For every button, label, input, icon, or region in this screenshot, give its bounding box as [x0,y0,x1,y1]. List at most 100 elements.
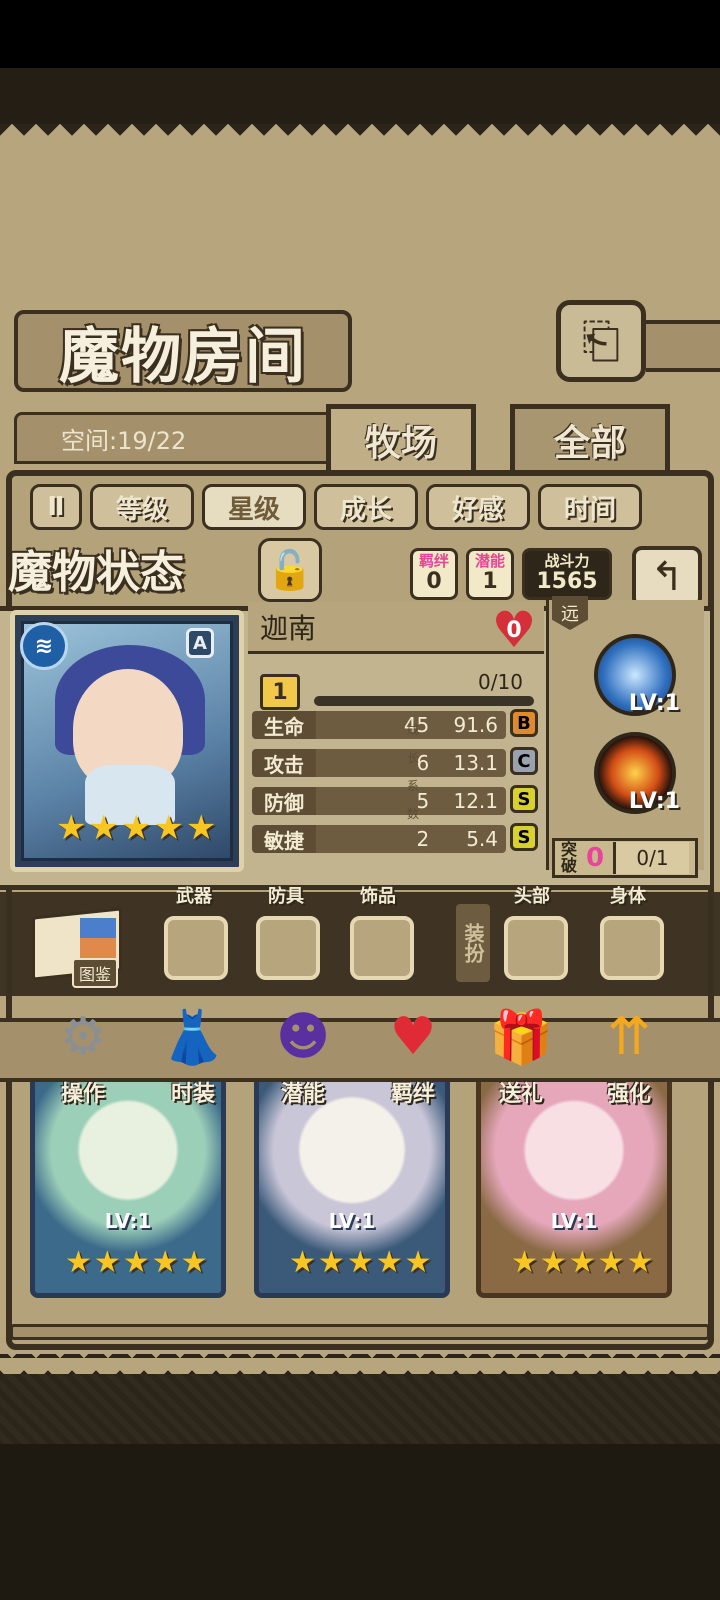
exp-bar [314,696,534,706]
sort-growth[interactable]: 成长 [314,484,418,530]
armor-slot[interactable] [256,916,320,980]
star-rating: ★ ★ ★ ★ ★ [65,1245,208,1281]
monster-name: 迦南 [260,611,317,645]
sort-level[interactable]: 等级 [90,484,194,530]
operate-button[interactable]: ⚙ 操作 [38,1000,128,1107]
page-title: 魔物房间 [14,310,352,392]
sort-time[interactable]: 时间 [538,484,642,530]
skill-level: LV:1 [628,691,680,716]
breakthrough-value: 0 [585,843,605,873]
outfit-icon: 👗 [160,1007,226,1068]
stat-row-attack: 攻击 60 [252,748,452,778]
dress-up-tag: 装扮 [456,904,490,982]
growth-coefficient-label: 成长系数 [406,723,419,821]
header-rail [646,320,720,372]
dress-up-label: 装扮 [461,923,485,963]
gear-icon: ⚙ [59,1007,107,1067]
upgrade-arrows-icon: ⇈ [607,1007,651,1067]
stat-row-agility: 敏捷 24 [252,824,452,854]
gift-button[interactable]: 🎁 送礼 [476,1000,566,1108]
return-arrow-icon: ↰ [650,554,684,600]
action-label: 时装 [170,1082,215,1107]
roster-level: LV:1 [104,1209,152,1233]
slot-label-armor: 防具 [268,886,304,907]
lock-button[interactable]: 🔓 [258,538,322,602]
sort-bar: Ⅱ 等级 星级 成长 好感 时间 [30,484,642,534]
grade-badge: C [510,747,538,775]
body-slot[interactable] [600,916,664,980]
bond-value: 0 [426,569,442,594]
potential-button[interactable]: ☻ 潜能 [258,1000,348,1107]
status-bar [0,0,720,68]
growth-value: 91.6 [428,711,506,739]
fire-sword-skill-icon[interactable]: LV:1 [594,732,680,814]
combat-power-chip: 战斗力 1565 [522,548,612,600]
star-icon: ★ [317,1245,345,1280]
star-icon: ★ [289,1245,316,1280]
star-icon: ★ [180,1245,208,1280]
sort-star[interactable]: 星级 [202,484,306,530]
star-icon: ★ [568,1245,596,1280]
return-button[interactable]: ↰ [632,546,702,608]
star-icon: ★ [56,808,87,848]
combat-power-value: 1565 [536,569,598,594]
star-rating: ★ ★ ★ ★ ★ [511,1245,654,1281]
sort-affection[interactable]: 好感 [426,484,530,530]
star-icon: ★ [375,1245,403,1280]
star-icon: ★ [404,1245,432,1280]
star-icon: ★ [511,1245,538,1280]
stat-name: 防御 [252,787,316,815]
affection-value: 0 [506,617,522,643]
outfit-button[interactable]: 👗 时装 [148,1000,238,1108]
tab-all[interactable]: 全部 [510,404,670,476]
back-button[interactable]: ⎗ [556,300,646,382]
codex-button[interactable]: 图鉴 [32,906,128,988]
breakthrough-box[interactable]: 突破 0 0/1 [552,838,698,878]
bond-button[interactable]: ♥ 羁绊 [368,1000,458,1107]
star-icon: ★ [597,1245,625,1280]
upgrade-button[interactable]: ⇈ 强化 [584,1000,674,1107]
back-arrow-icon: ⎗ [581,312,621,369]
star-icon: ★ [151,1245,179,1280]
rank-badge: A [186,628,214,658]
slot-label-accessory: 饰品 [360,886,396,907]
stat-name: 攻击 [252,749,316,777]
affection-badge: ♥ 0 [488,605,540,655]
potential-chip: 潜能 1 [466,548,514,600]
skill-level: LV:1 [628,789,680,814]
star-icon: ★ [120,808,152,848]
accessory-slot[interactable] [350,916,414,980]
star-icon: ★ [93,1245,121,1280]
star-icon: ★ [153,808,184,848]
gift-icon: 🎁 [488,1007,554,1068]
lightning-skill-icon[interactable]: LV:1 [594,634,680,716]
tab-farm[interactable]: 牧场 [326,404,476,476]
codex-label: 图鉴 [72,958,119,988]
stat-name: 生命 [252,711,316,739]
growth-value: 12.1 [428,787,506,815]
pause-icon[interactable]: Ⅱ [30,484,82,530]
book-cover-art [80,918,116,958]
weapon-slot[interactable] [164,916,228,980]
potential-label: 潜能 [474,552,505,570]
breakthrough-progress: 0/1 [613,842,689,874]
stat-name: 敏捷 [252,825,316,853]
grade-badge: S [510,823,538,851]
padlock-open-icon: 🔓 [266,547,314,592]
demon-icon: ☻ [275,1007,331,1067]
bond-label: 羁绊 [418,552,449,570]
level-badge: 1 [260,674,300,710]
action-label: 送礼 [498,1082,543,1107]
slot-label-body: 身体 [610,886,646,907]
star-icon: ★ [65,1245,92,1280]
star-icon: ★ [346,1245,374,1280]
head-slot[interactable] [504,916,568,980]
action-label: 操作 [60,1082,105,1107]
action-label: 强化 [606,1082,651,1107]
star-icon: ★ [185,808,217,848]
storage-capacity: 空间:19/22 [14,412,334,464]
slot-label-head: 头部 [514,886,550,907]
star-rating: ★ ★ ★ ★ ★ [289,1245,432,1281]
star-icon: ★ [88,808,119,848]
star-icon: ★ [539,1245,567,1280]
